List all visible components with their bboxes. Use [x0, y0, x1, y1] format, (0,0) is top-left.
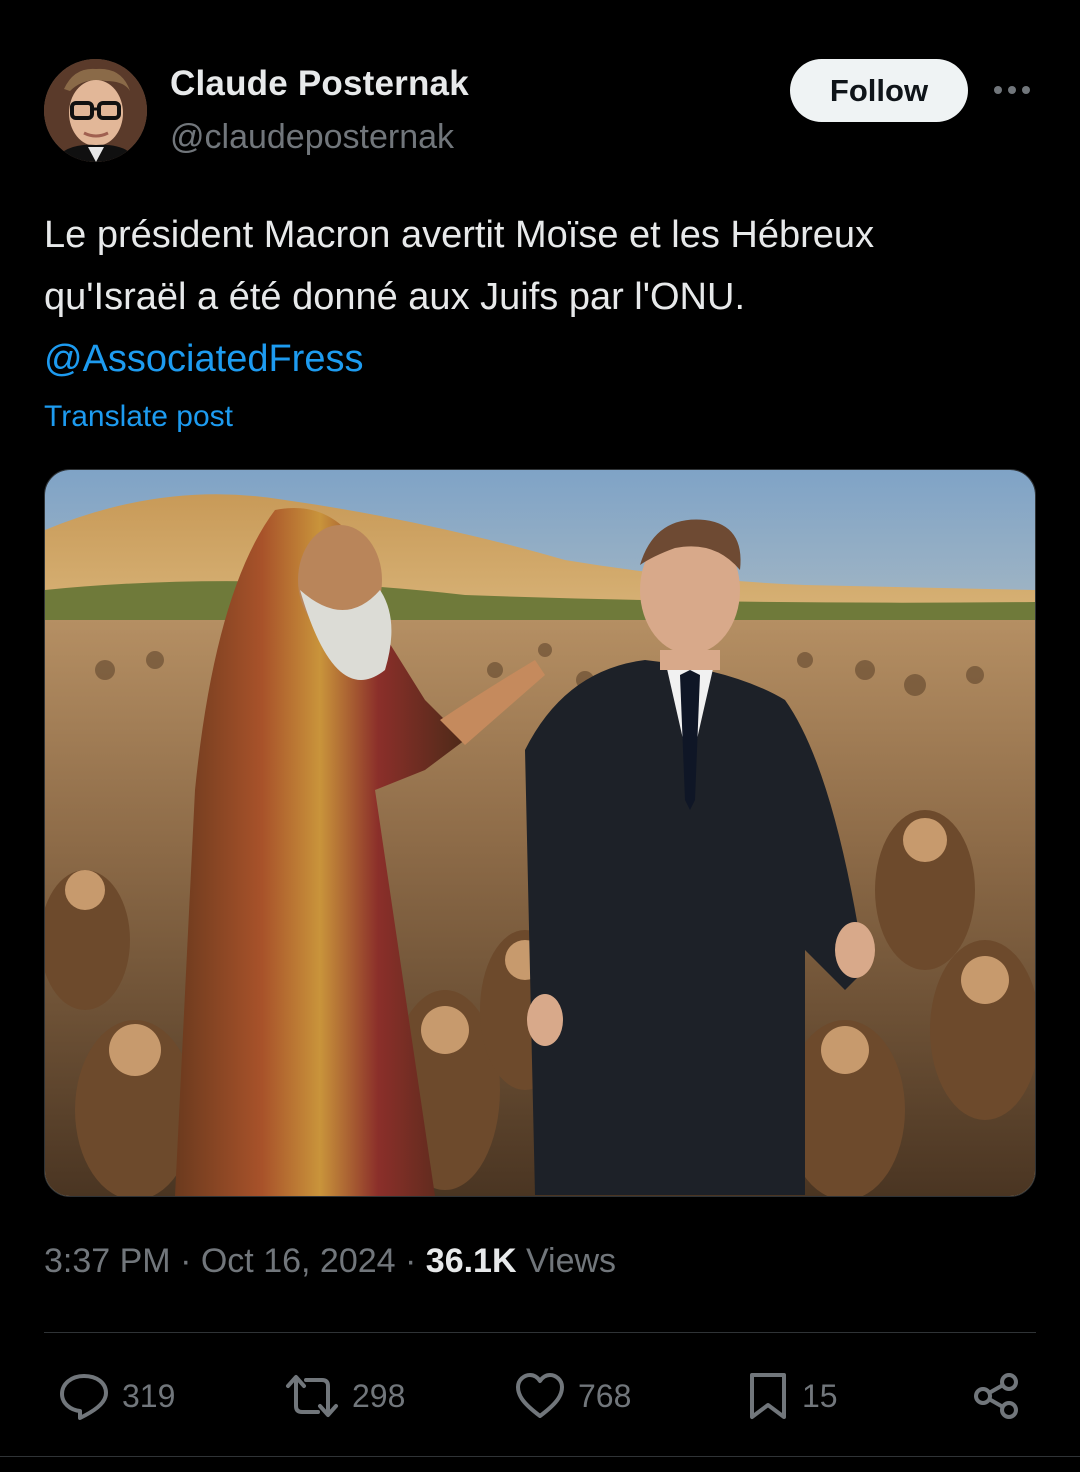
- bookmark-icon: [750, 1373, 786, 1419]
- author-display-name[interactable]: Claude Posternak: [170, 64, 469, 104]
- translate-post-link[interactable]: Translate post: [44, 400, 233, 434]
- reply-icon: [60, 1374, 108, 1420]
- post-text: Le président Macron avertit Moïse et les…: [44, 204, 1044, 390]
- divider: [0, 1456, 1080, 1457]
- avatar-image: [44, 59, 147, 162]
- repost-button[interactable]: 298: [284, 1360, 405, 1432]
- reply-button[interactable]: 319: [58, 1360, 175, 1432]
- illustration-image: [45, 470, 1035, 1196]
- repost-count: 298: [352, 1377, 406, 1414]
- author-handle[interactable]: @claudeposternak: [170, 118, 454, 157]
- divider: [44, 1332, 1036, 1333]
- post-text-line: qu'Israël a été donné aux Juifs par l'ON…: [44, 276, 745, 318]
- share-button[interactable]: [972, 1360, 1020, 1432]
- action-bar: 319 298 768 15: [0, 1360, 1080, 1432]
- post-text-line: Le président Macron avertit Moïse et les…: [44, 214, 875, 256]
- views-label: Views: [525, 1242, 617, 1280]
- post-meta: 3:37 PM · Oct 16, 2024 · 36.1K Views: [44, 1242, 616, 1281]
- share-icon: [974, 1373, 1018, 1419]
- repost-icon: [286, 1375, 338, 1417]
- post-header: Claude Posternak @claudeposternak Follow: [0, 0, 1080, 170]
- meta-separator: ·: [405, 1242, 417, 1280]
- mention-link[interactable]: @AssociatedFress: [44, 328, 1044, 390]
- views-count: 36.1K: [425, 1242, 517, 1280]
- like-icon: [516, 1373, 564, 1418]
- follow-button[interactable]: Follow: [790, 59, 968, 122]
- more-icon: [994, 86, 1030, 94]
- post-time[interactable]: 3:37 PM: [44, 1242, 171, 1280]
- bookmark-count: 15: [802, 1377, 838, 1414]
- like-button[interactable]: 768: [514, 1360, 631, 1432]
- reply-count: 319: [122, 1377, 176, 1414]
- more-options-button[interactable]: [990, 72, 1034, 108]
- avatar[interactable]: [44, 59, 147, 162]
- post-date[interactable]: Oct 16, 2024: [201, 1242, 396, 1280]
- like-count: 768: [578, 1377, 632, 1414]
- meta-separator: ·: [180, 1242, 192, 1280]
- post-image[interactable]: [44, 469, 1036, 1197]
- bookmark-button[interactable]: 15: [746, 1360, 838, 1432]
